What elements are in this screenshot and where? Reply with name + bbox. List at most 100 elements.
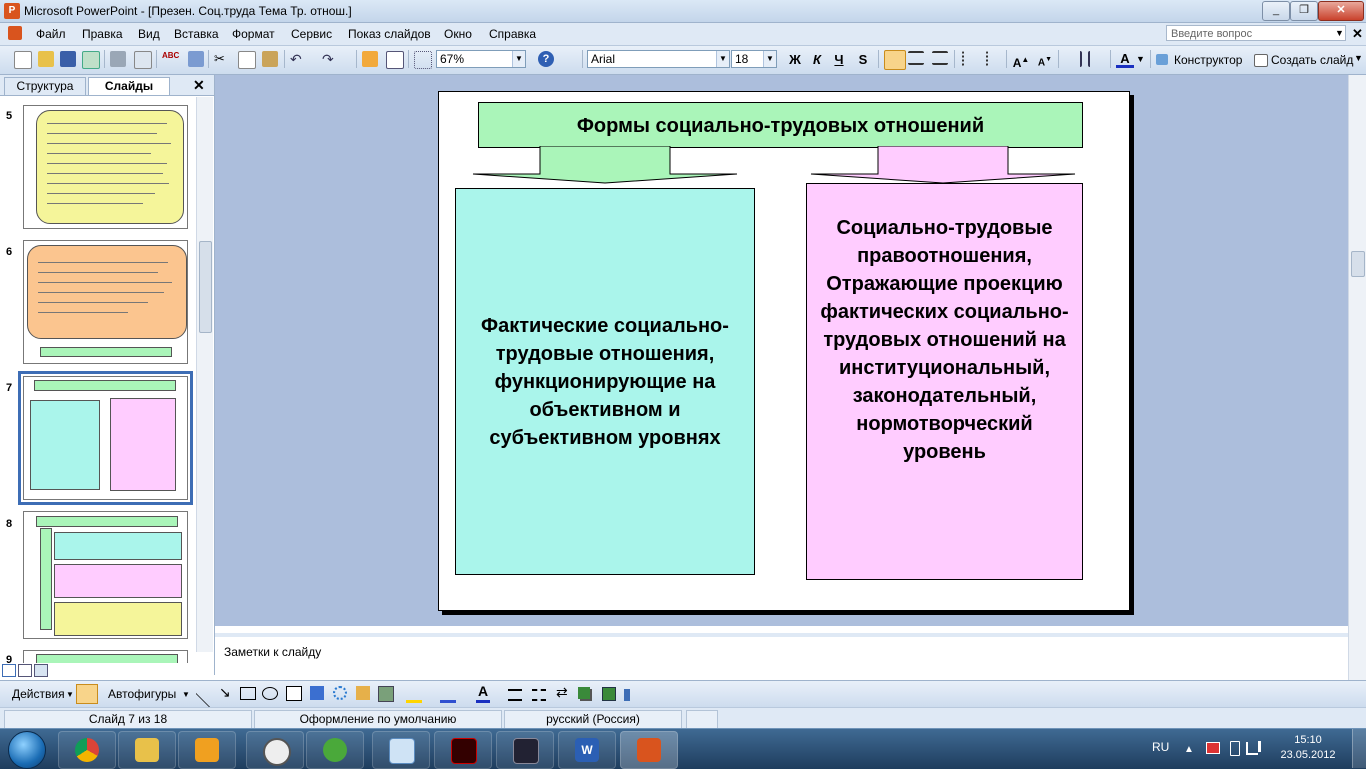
menu-edit[interactable]: Правка (82, 27, 123, 41)
work-area-scrollbar[interactable] (1348, 75, 1366, 705)
italic-button[interactable]: К (808, 51, 826, 69)
oval-icon[interactable] (262, 687, 278, 700)
line-icon[interactable] (196, 679, 210, 708)
actions-dropdown-icon[interactable]: ▼ (66, 690, 74, 699)
keyboard-language[interactable]: RU (1152, 740, 1169, 754)
slide-thumbnail-8[interactable] (23, 511, 188, 639)
minimize-button[interactable]: _ (1262, 1, 1290, 21)
autoshapes-menu[interactable]: Автофигуры (108, 687, 176, 701)
task-clock-app[interactable] (246, 731, 304, 769)
increase-font-icon[interactable]: A▲ (1012, 51, 1030, 70)
new-slide-button[interactable]: Создать слайд (1271, 53, 1353, 67)
numbered-list-icon[interactable] (962, 51, 980, 67)
picture-icon[interactable] (378, 686, 394, 702)
cut-icon[interactable]: ✂ (214, 51, 230, 67)
print-icon[interactable] (110, 51, 126, 67)
slide-sorter-icon[interactable] (18, 664, 32, 677)
scroll-thumb[interactable] (199, 241, 212, 333)
task-utorrent[interactable] (306, 731, 364, 769)
slides-panel-scrollbar[interactable] (196, 97, 213, 652)
language-status[interactable]: русский (Россия) (504, 710, 682, 729)
task-app-emblem[interactable] (496, 731, 554, 769)
tray-expand-icon[interactable]: ▲ (1184, 744, 1194, 755)
font-dropdown-icon[interactable]: ▼ (716, 51, 729, 67)
line-color-icon[interactable] (440, 686, 456, 703)
save-icon[interactable] (60, 51, 76, 67)
actions-menu[interactable]: Действия (12, 687, 65, 701)
underline-button[interactable]: Ч (830, 51, 848, 69)
3d-style-icon[interactable] (602, 687, 616, 701)
task-powerpoint[interactable] (620, 731, 678, 769)
drawing-toolbar-options-icon[interactable] (624, 689, 630, 701)
align-right-icon[interactable] (932, 51, 948, 65)
menu-tools[interactable]: Сервис (291, 27, 332, 41)
wordart-icon[interactable] (310, 686, 324, 700)
battery-icon[interactable] (1230, 741, 1240, 756)
spelling-icon[interactable]: ABC (162, 51, 179, 67)
shadow-style-icon[interactable] (578, 687, 590, 699)
autoshapes-dropdown-icon[interactable]: ▼ (182, 690, 190, 699)
show-desktop-button[interactable] (1352, 729, 1366, 768)
dash-style-icon[interactable] (532, 689, 546, 701)
copy-icon[interactable] (238, 51, 256, 69)
start-button[interactable] (8, 731, 46, 769)
design-template-status[interactable]: Оформление по умолчанию (254, 710, 502, 729)
textbox-icon[interactable] (286, 686, 302, 701)
document-icon[interactable] (8, 26, 22, 40)
designer-button[interactable]: Конструктор (1174, 53, 1242, 67)
slide-thumbnail-5[interactable] (23, 105, 188, 229)
format-painter-icon[interactable] (262, 51, 278, 67)
help-icon[interactable]: ? (538, 51, 554, 67)
menu-format[interactable]: Формат (232, 27, 275, 41)
font-size-select[interactable]: 18 ▼ (731, 50, 777, 68)
new-document-icon[interactable] (14, 51, 32, 69)
redo-icon[interactable]: ↷ (322, 51, 338, 67)
task-notepad[interactable] (372, 731, 430, 769)
research-icon[interactable] (188, 51, 204, 67)
task-game[interactable] (434, 731, 492, 769)
right-content-box[interactable]: Социально-трудовые правоотношения, Отраж… (806, 183, 1083, 580)
slide-thumbnail-7[interactable] (18, 371, 193, 505)
shadow-button[interactable]: S (854, 51, 872, 69)
powerpoint-app-icon[interactable]: P (4, 3, 20, 19)
align-center-icon[interactable] (908, 51, 924, 65)
system-clock[interactable]: 15:10 23.05.2012 (1272, 733, 1344, 763)
menu-window[interactable]: Окно (444, 27, 472, 41)
text-color-icon[interactable]: A (476, 684, 490, 703)
print-preview-icon[interactable] (134, 51, 152, 69)
clip-art-icon[interactable] (356, 686, 370, 700)
decrease-indent-icon[interactable] (1064, 51, 1082, 67)
zoom-dropdown-icon[interactable]: ▼ (512, 51, 525, 67)
zoom-select[interactable]: 67% ▼ (436, 50, 526, 68)
arrow-tool-icon[interactable]: ↘ (219, 684, 231, 701)
toolbar-options-icon[interactable]: ▼ (1354, 53, 1363, 63)
slide-show-icon[interactable] (34, 664, 48, 677)
tab-outline[interactable]: Структура (4, 77, 86, 95)
undo-icon[interactable]: ↶ (290, 51, 306, 67)
arrow-style-icon[interactable]: ⇄ (556, 684, 568, 701)
task-media-player[interactable] (178, 731, 236, 769)
task-word[interactable]: W (558, 731, 616, 769)
font-color-icon[interactable]: A (1116, 51, 1134, 68)
diagram-icon[interactable] (333, 686, 347, 700)
grid-icon[interactable] (414, 51, 432, 69)
insert-chart-icon[interactable] (362, 51, 378, 67)
rectangle-icon[interactable] (240, 687, 256, 700)
align-left-icon[interactable] (884, 50, 906, 70)
notes-pane[interactable]: Заметки к слайду (215, 633, 1348, 683)
task-explorer[interactable] (118, 731, 176, 769)
close-document-icon[interactable]: ✕ (1352, 26, 1363, 42)
menu-view[interactable]: Вид (138, 27, 160, 41)
decrease-font-icon[interactable]: A▼ (1036, 51, 1054, 69)
restore-button[interactable]: ❐ (1290, 1, 1318, 21)
line-style-icon[interactable] (508, 689, 522, 701)
select-pointer-icon[interactable] (76, 684, 98, 704)
tray-app-icon[interactable] (1206, 742, 1220, 754)
fill-color-icon[interactable] (406, 686, 422, 703)
close-window-button[interactable]: ✕ (1318, 1, 1364, 21)
open-folder-icon[interactable] (38, 51, 54, 67)
menu-help[interactable]: Справка (489, 27, 536, 41)
font-color-dropdown-icon[interactable]: ▼ (1136, 54, 1145, 64)
slide-thumbnail-6[interactable] (23, 240, 188, 364)
help-search-input[interactable]: Введите вопрос (1166, 25, 1346, 41)
